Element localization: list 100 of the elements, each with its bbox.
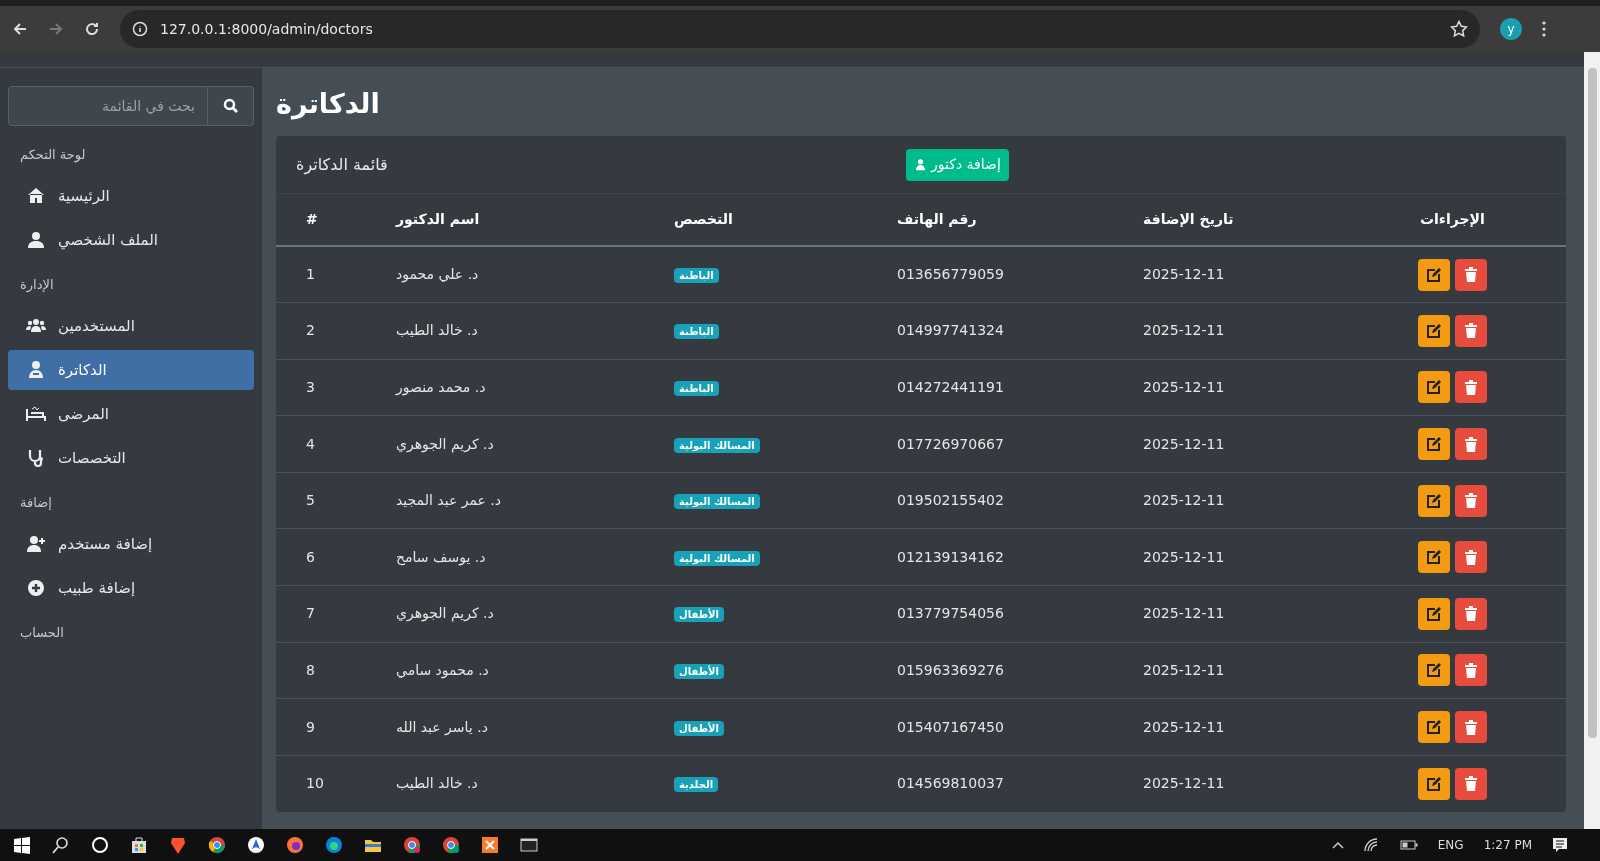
forward-icon[interactable] (48, 21, 64, 37)
table-cell: 3 (306, 379, 315, 395)
sidebar-item[interactable]: إضافة طبيب (8, 568, 254, 608)
edit-button[interactable] (1418, 371, 1450, 404)
browser-icon[interactable] (207, 835, 227, 855)
shopping-bag-icon[interactable] (129, 835, 149, 855)
table-cell: 014272441191 (897, 379, 1004, 395)
terminal-icon[interactable] (519, 835, 539, 855)
trash-icon (1465, 549, 1477, 565)
edit-icon (1426, 266, 1442, 283)
sidebar-item[interactable]: التخصصات (8, 438, 254, 478)
table-cell: 013656779059 (897, 266, 1004, 283)
edit-icon (1426, 775, 1442, 792)
table-cell: 2025-12-11 (1143, 548, 1225, 565)
sidebar-item[interactable]: الملف الشخصي (8, 220, 254, 260)
edit-button[interactable] (1418, 711, 1450, 744)
circle-icon[interactable] (90, 835, 110, 855)
table-cell: د. خالد الطيب (396, 775, 478, 792)
search-icon[interactable] (51, 835, 71, 855)
table-cell: 013779754056 (897, 605, 1004, 622)
section-heading: الحساب (20, 624, 64, 643)
table-cell: 1 (306, 266, 315, 283)
table-cell: 2 (306, 322, 315, 339)
edit-icon (1426, 379, 1442, 396)
trash-icon (1465, 493, 1477, 509)
table-cell: د. ياسر عبد الله (396, 718, 488, 735)
delete-button[interactable] (1455, 371, 1487, 404)
browser-icon[interactable] (441, 835, 461, 855)
delete-button[interactable] (1455, 541, 1487, 574)
language-indicator[interactable]: ENG (1437, 836, 1464, 854)
trash-icon (1465, 323, 1477, 339)
edit-button[interactable] (1418, 767, 1450, 800)
page-title: الدكاترة (276, 87, 380, 122)
start-icon[interactable] (12, 835, 32, 855)
edit-button[interactable] (1418, 314, 1450, 347)
trash-icon (1465, 267, 1477, 283)
edit-icon (1426, 605, 1442, 622)
edit-button[interactable] (1418, 541, 1450, 574)
sidebar-item[interactable]: إضافة مستخدم (8, 524, 254, 564)
table-cell: 2025-12-11 (1143, 266, 1225, 283)
clock[interactable]: 1:27 PM (1483, 836, 1532, 854)
specialty-badge: الباطنة (674, 381, 719, 396)
delete-button[interactable] (1455, 711, 1487, 744)
search-button[interactable] (208, 86, 254, 126)
section-heading: الإدارة (20, 276, 54, 295)
table-cell: 019502155402 (897, 492, 1004, 509)
specialty-badge: الأطفال (674, 607, 724, 623)
table-cell: 2025-12-11 (1143, 379, 1225, 395)
battery-icon[interactable] (1399, 840, 1418, 850)
delete-button[interactable] (1455, 484, 1487, 517)
address-bar[interactable]: 127.0.0.1:8000/admin/doctors (120, 10, 1480, 48)
delete-button[interactable] (1455, 258, 1487, 291)
edit-icon (1426, 436, 1442, 453)
trash-icon (1465, 380, 1477, 395)
notification-icon[interactable] (1552, 837, 1568, 853)
table-cell: د. محمد منصور (396, 379, 486, 395)
edit-button[interactable] (1418, 597, 1450, 630)
menu-icon[interactable] (1542, 21, 1546, 37)
edit-button[interactable] (1418, 258, 1450, 291)
edit-icon (1426, 662, 1442, 679)
star-icon[interactable] (1450, 20, 1468, 38)
table-cell: 4 (306, 435, 315, 452)
section-heading: لوحة التحكم (20, 146, 86, 165)
delete-button[interactable] (1455, 314, 1487, 347)
search-field[interactable]: بحث في القائمة (8, 86, 208, 126)
delete-button[interactable] (1455, 597, 1487, 630)
sidebar-item[interactable]: الدكاترة (8, 350, 254, 390)
edit-button[interactable] (1418, 654, 1450, 687)
table-cell: 2025-12-11 (1143, 775, 1225, 792)
reload-icon[interactable] (84, 21, 100, 37)
edit-button[interactable] (1418, 428, 1450, 461)
wifi-icon[interactable] (1363, 838, 1380, 852)
delete-button[interactable] (1455, 767, 1487, 800)
specialty-badge: المسالك البولية (674, 437, 760, 453)
url-text: 127.0.0.1:8000/admin/doctors (160, 19, 373, 39)
plus-circle-icon (26, 578, 46, 598)
sidebar-item[interactable]: المرضى (8, 394, 254, 434)
trash-icon (1465, 606, 1477, 622)
delete-button[interactable] (1455, 654, 1487, 687)
table-cell: 015407167450 (897, 718, 1004, 735)
column-header: رقم الهاتف (897, 211, 977, 227)
compass-icon[interactable] (246, 835, 266, 855)
table-cell: 8 (306, 661, 315, 678)
table-cell: د. كريم الجوهري (396, 435, 494, 452)
back-icon[interactable] (12, 21, 28, 37)
table-cell: 015963369276 (897, 661, 1004, 678)
sidebar-item[interactable]: الرئيسية (8, 176, 254, 216)
trash-icon (1465, 436, 1477, 452)
sidebar-item[interactable]: المستخدمين (8, 306, 254, 346)
chevron-up-icon[interactable] (1331, 841, 1344, 849)
home-icon (26, 186, 46, 206)
edit-button[interactable] (1418, 484, 1450, 517)
browser-icon[interactable] (402, 835, 422, 855)
table-cell: 9 (306, 718, 315, 735)
delete-button[interactable] (1455, 428, 1487, 461)
scrollbar[interactable] (1584, 52, 1600, 829)
column-header: الإجراءات (1420, 211, 1485, 227)
card-title: قائمة الدكاترة (296, 153, 389, 177)
search-icon (222, 98, 239, 114)
column-header: اسم الدكتور (396, 211, 480, 227)
